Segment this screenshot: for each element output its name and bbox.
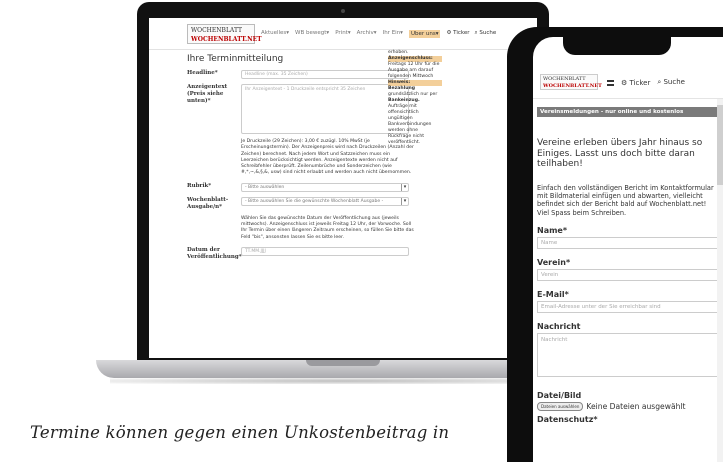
detail-text: Einfach den vollständigen Bericht im Kon… [537, 183, 714, 217]
datum-label: Datum der Veröffentlichung* [187, 246, 242, 260]
anzeigentext-textarea[interactable]: Ihr Anzeigentext - 1 Druckzeile entspric… [241, 84, 409, 134]
phone-nav: ⚙ Ticker ⌕ Suche [607, 78, 685, 87]
file-choose-button[interactable]: Dateien auswählen [537, 402, 584, 412]
nav-archiv[interactable]: Archiv▾ [357, 30, 377, 38]
datenschutz-label: Datenschutz* [537, 415, 598, 425]
chevron-down-icon: ▾ [401, 197, 408, 205]
phone-logo[interactable]: WOCHENBLATT WOCHENBLATT.NET [540, 74, 602, 90]
nav-aktuelles[interactable]: Aktuelles▾ [261, 30, 289, 38]
headline-input[interactable]: Headline (max. 35 Zeichen) [241, 70, 409, 79]
headline-row: Headline* Headline (max. 35 Zeichen) [187, 70, 537, 79]
rubrik-label: Rubrik* [187, 182, 212, 189]
einzug-text: Bankeinzug. [388, 98, 420, 103]
phone-screen: WOCHENBLATT WOCHENBLATT.NET ⚙ Ticker ⌕ S… [533, 37, 723, 462]
site-logo[interactable]: WOCHENBLATT WOCHENBLATT.NET [187, 23, 262, 44]
date-help-text: Wählen Sie das gewünschte Datum der Verö… [241, 215, 414, 240]
ticker-link[interactable]: ⚙ Ticker [446, 30, 469, 37]
ausgabe-label: Wochenblatt-Ausgabe/n* [187, 196, 229, 210]
scrollbar-thumb[interactable] [717, 105, 723, 185]
file-row: Dateien auswählen Keine Dateien ausgewäh… [533, 402, 723, 412]
form-content: Ihre Terminmitteilung Headline* Headline… [149, 50, 537, 261]
menu-icon[interactable] [607, 79, 614, 86]
laptop-screen: WOCHENBLATT WOCHENBLATT.NET Aktuelles▾ W… [149, 18, 537, 358]
anzeigentext-row: Anzeigentext (Preis siehe unten)* Ihr An… [187, 84, 537, 134]
datei-label: Datei/Bild [537, 391, 582, 401]
side-rest: Aufträge mit offensichtlich ungültigen B… [388, 104, 432, 145]
header-actions: ⚙ Ticker ⌕ Suche [446, 30, 496, 37]
site-header: WOCHENBLATT WOCHENBLATT.NET Aktuelles▾ W… [149, 18, 537, 50]
ausgabe-select[interactable]: - Bitte auswählen Sie die gewünschte Woc… [241, 196, 409, 206]
rubrik-select[interactable]: - Bitte auswählen ▾ [241, 182, 409, 192]
headline-label: Headline* [187, 70, 218, 76]
phone-search-link[interactable]: ⌕ Suche [657, 78, 685, 87]
laptop-device: WOCHENBLATT WOCHENBLATT.NET Aktuelles▾ W… [137, 2, 549, 362]
schluss-text: Freitags 12 Uhr für die Ausgabe am darau… [388, 62, 440, 79]
nav-uber-uns[interactable]: Uber uns▾ [408, 29, 441, 38]
chevron-down-icon: ▾ [401, 183, 408, 191]
name-label: Name* [537, 226, 568, 236]
file-status: Keine Dateien ausgewählt [586, 402, 686, 412]
verein-label: Verein* [537, 258, 571, 268]
nav-wb-bewegt[interactable]: WB bewegt▾ [295, 30, 329, 38]
hinweis-head: Bezahlung [388, 86, 416, 91]
rubrik-row: Rubrik* - Bitte auswählen ▾ [187, 182, 537, 192]
main-nav: Aktuelles▾ WB bewegt▾ Print▾ Archiv▾ Ihr… [261, 29, 441, 38]
nachricht-textarea[interactable]: Nachricht [537, 333, 719, 378]
logo-line-2: WOCHENBLATT.NET [191, 35, 262, 43]
nachricht-label: Nachricht [537, 322, 581, 332]
camera-dot [341, 9, 345, 13]
ausgabe-select-value: - Bitte auswählen Sie die gewünschte Woc… [245, 198, 384, 204]
anzeigentext-label: Anzeigentext (Preis siehe unten)* [187, 84, 228, 104]
email-label: E-Mail* [537, 290, 569, 300]
intro-text: Vereine erleben übers Jahr hinaus so Ein… [537, 138, 703, 169]
verein-input[interactable]: Verein [537, 269, 719, 282]
name-input[interactable]: Name [537, 237, 719, 250]
ausgabe-row: Wochenblatt-Ausgabe/n* - Bitte auswählen… [187, 196, 537, 211]
logo-line-1: WOCHENBLATT [191, 26, 243, 34]
email-input[interactable]: Email-Adresse unter der Sie erreichbar s… [537, 301, 719, 314]
phone-logo-line-2: WOCHENBLATT.NET [543, 82, 602, 89]
caption-text: Termine können gegen einen Unkostenbeitr… [30, 423, 450, 442]
phone-notch [563, 37, 671, 55]
nav-print[interactable]: Print▾ [335, 30, 350, 38]
phone-ticker-link[interactable]: ⚙ Ticker [621, 79, 650, 87]
info-sidebar: erhoben. Anzeigenschluss: Freitags 12 Uh… [388, 50, 442, 146]
datum-input[interactable]: TT.MM.JJJJ [241, 246, 409, 256]
search-link[interactable]: ⌕ Suche [475, 30, 497, 37]
nav-ihr-ein[interactable]: Ihr Ein▾ [383, 30, 403, 38]
phone-device: WOCHENBLATT WOCHENBLATT.NET ⚙ Ticker ⌕ S… [507, 27, 723, 462]
section-banner: Vereinsmeldungen - nur online und kosten… [537, 107, 719, 117]
rubrik-select-value: - Bitte auswählen [245, 184, 285, 190]
laptop-notch [306, 360, 380, 366]
form-title: Ihre Terminmitteilung [187, 54, 284, 64]
datum-row: Datum der Veröffentlichung* TT.MM.JJJJ [187, 246, 537, 261]
